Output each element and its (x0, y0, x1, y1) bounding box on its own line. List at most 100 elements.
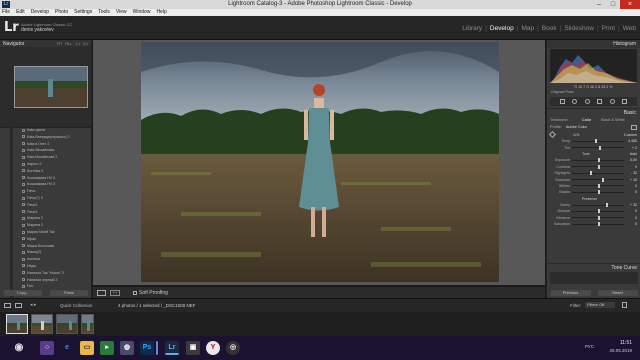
yandex-icon[interactable]: Y (206, 341, 220, 355)
preset-item[interactable]: Kata цвета (20, 127, 92, 134)
preset-item[interactable]: ностяка (20, 256, 92, 263)
before-after-icon[interactable]: YY (110, 290, 120, 296)
highlights-value[interactable]: - 32 (624, 171, 637, 175)
grid-view-icon[interactable] (15, 303, 22, 308)
preset-item[interactable]: Кошкаарма НЧ 3 (20, 181, 92, 188)
profile-browser-icon[interactable] (631, 124, 637, 130)
zoom-fill[interactable]: FILL (65, 42, 72, 46)
highlights-slider[interactable] (572, 171, 624, 176)
basic-header[interactable]: Basic (547, 108, 640, 116)
zoom-fit[interactable]: FIT (57, 42, 62, 46)
module-slideshow[interactable]: Slideshow (564, 25, 594, 32)
preset-item[interactable]: Кошкаарма НЧ 3 (20, 175, 92, 182)
filmstrip-thumb[interactable] (6, 314, 28, 334)
menu-help[interactable]: Help (156, 9, 166, 16)
module-print[interactable]: Print (602, 25, 615, 32)
menu-tools[interactable]: Tools (98, 9, 110, 16)
crop-icon[interactable] (559, 99, 565, 104)
menu-window[interactable]: Window (133, 9, 151, 16)
menu-view[interactable]: View (116, 9, 127, 16)
cortana-icon[interactable]: ○ (40, 341, 54, 355)
preset-item[interactable]: Kata в Опег 2 (20, 141, 92, 148)
zoom-1-1[interactable]: 1:1 (75, 42, 80, 46)
exposure-slider[interactable] (572, 158, 624, 163)
module-book[interactable]: Book (542, 25, 557, 32)
folder-icon[interactable]: ▭ (80, 341, 94, 355)
start-icon[interactable]: ◉ (12, 341, 26, 355)
zoom-3-1[interactable]: 3:1 (83, 42, 88, 46)
preset-item[interactable]: Kata Впереди(страшно) 2 (20, 134, 92, 141)
red-eye-icon[interactable] (584, 99, 590, 104)
preset-item[interactable]: Kata Михайлова 2 (20, 154, 92, 161)
navigator-thumbnail[interactable] (14, 66, 88, 108)
module-library[interactable]: Library (462, 25, 482, 32)
adjustment-brush-icon[interactable] (622, 99, 628, 104)
treatment-color[interactable]: Color (582, 118, 591, 122)
preset-item[interactable]: Мария Моей Так (20, 229, 92, 236)
eyedropper-icon[interactable] (548, 130, 557, 139)
preset-item[interactable]: нарост 2 (20, 161, 92, 168)
input-language[interactable]: РУС (585, 344, 594, 349)
shadows-slider[interactable] (572, 177, 624, 182)
menu-file[interactable]: File (2, 9, 10, 16)
vibrance-value[interactable]: 0 (624, 216, 637, 220)
preset-item[interactable]: Печи3 (20, 209, 92, 216)
histogram-header[interactable]: Histogram (547, 40, 640, 48)
photo-canvas[interactable] (93, 40, 545, 285)
clarity-value[interactable]: + 32 (624, 203, 637, 207)
tint-slider[interactable] (572, 145, 624, 150)
menu-photo[interactable]: Photo (55, 9, 68, 16)
module-map[interactable]: Map (521, 25, 534, 32)
secondary-display-icon[interactable] (4, 303, 11, 308)
soft-proofing-toggle[interactable]: Soft Proofing (133, 290, 168, 296)
paste-button[interactable]: Paste (50, 290, 88, 296)
ie-icon[interactable]: e (60, 341, 74, 355)
clarity-slider[interactable] (572, 203, 624, 208)
preset-item[interactable]: Маша(2) (20, 249, 92, 256)
filter-lock-icon[interactable] (622, 302, 627, 308)
exposure-value[interactable]: 0,00 (624, 158, 637, 162)
menu-edit[interactable]: Edit (16, 9, 25, 16)
lightroom-icon[interactable]: Lr (165, 341, 179, 355)
treatment-bw[interactable]: Black & White (601, 118, 625, 122)
menu-develop[interactable]: Develop (31, 9, 49, 16)
preset-item[interactable]: Печи (20, 188, 92, 195)
filmstrip-thumb[interactable] (56, 314, 78, 334)
wb-select[interactable]: Custom (624, 133, 637, 137)
contrast-slider[interactable] (572, 164, 624, 169)
preset-item[interactable]: Маша Болотова (20, 243, 92, 250)
quick-collection-link[interactable]: Quick Collection (60, 303, 93, 308)
preset-item[interactable]: Kata Михайлова (20, 147, 92, 154)
original-photo-toggle[interactable]: Original Photo (547, 90, 640, 95)
temp-value[interactable]: 4 450 (624, 139, 637, 143)
saturation-value[interactable]: 0 (624, 222, 637, 226)
preset-item[interactable]: Марина 2 (20, 222, 92, 229)
reset-button[interactable]: Reset (597, 290, 638, 296)
tone-curve-header[interactable]: Tone Curve (547, 263, 640, 271)
filmstrip-thumb[interactable] (31, 314, 53, 334)
preset-item[interactable]: Мраи (20, 236, 92, 243)
blacks-value[interactable]: 0 (624, 190, 637, 194)
vibrance-slider[interactable] (572, 215, 624, 220)
clock-time[interactable]: 11:51 (609, 340, 632, 347)
app-icon[interactable]: ◍ (120, 341, 134, 355)
preset-item[interactable]: Наталья черный 2 (20, 277, 92, 284)
preset-item[interactable]: Ниди (20, 263, 92, 270)
preset-item[interactable]: Котейка 2 (20, 168, 92, 175)
spot-removal-icon[interactable] (572, 99, 578, 104)
contrast-value[interactable]: 0 (624, 165, 637, 169)
preset-item[interactable]: Марина 2 (20, 215, 92, 222)
close-icon[interactable]: × (620, 0, 640, 9)
window-icon[interactable]: ▣ (186, 341, 200, 355)
camera-icon[interactable]: ◎ (226, 341, 240, 355)
shadows-value[interactable]: + 15 (624, 178, 637, 182)
module-web[interactable]: Web (623, 25, 636, 32)
minimize-icon[interactable]: – (592, 0, 606, 9)
filter-select[interactable]: Filters Off (585, 302, 615, 308)
preset-item[interactable]: Наталья Так "Ночке" 2 (20, 270, 92, 277)
dehaze-value[interactable]: 0 (624, 209, 637, 213)
maximize-icon[interactable]: □ (606, 0, 620, 9)
checkbox-icon[interactable] (133, 290, 137, 295)
whites-slider[interactable] (572, 183, 624, 188)
temp-slider[interactable] (572, 139, 624, 144)
